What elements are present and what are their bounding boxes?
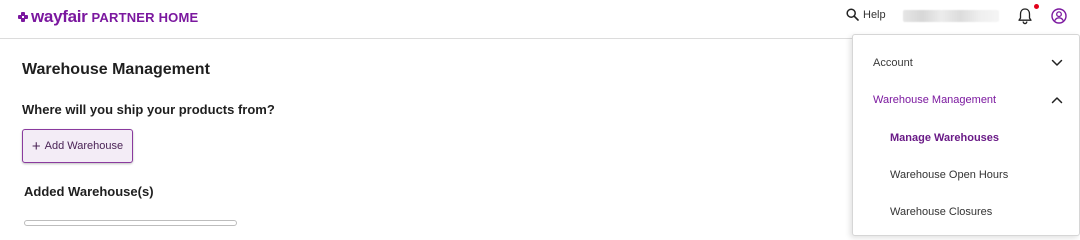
menu-item-account[interactable]: Account (853, 45, 1079, 81)
account-circle-icon[interactable] (1051, 8, 1067, 24)
user-name-redacted[interactable] (903, 10, 999, 22)
menu-item-warehouse-closures[interactable]: Warehouse Closures (853, 194, 1079, 230)
menu-item-label: Warehouse Closures (890, 206, 993, 218)
chevron-up-icon (1051, 97, 1063, 104)
menu-item-warehouse-open-hours[interactable]: Warehouse Open Hours (853, 157, 1079, 193)
brand-subtitle: PARTNER HOME (91, 9, 199, 25)
page-title: Warehouse Management (22, 61, 210, 78)
menu-item-label: Manage Warehouses (890, 132, 1000, 144)
menu-item-warehouse-management[interactable]: Warehouse Management (853, 82, 1079, 118)
ship-from-question: Where will you ship your products from? (22, 102, 275, 117)
menu-item-manage-warehouses[interactable]: Manage Warehouses (853, 120, 1079, 156)
brand-wordmark: wayfair (31, 7, 88, 26)
add-warehouse-button[interactable]: + Add Warehouse (22, 129, 133, 163)
menu-item-label: Account (873, 57, 913, 69)
wayfair-logo-icon (18, 12, 28, 22)
menu-item-label: Warehouse Open Hours (890, 169, 1009, 181)
help-label: Help (863, 8, 886, 21)
search-icon (846, 8, 859, 21)
plus-icon: + (31, 137, 41, 155)
bell-icon[interactable] (1017, 7, 1033, 25)
added-warehouses-heading: Added Warehouse(s) (24, 184, 154, 199)
help-link[interactable]: Help (846, 8, 886, 21)
add-warehouse-label: Add Warehouse (44, 140, 124, 152)
warehouse-card[interactable] (24, 220, 237, 226)
wayfair-partner-home-logo[interactable]: wayfair PARTNER HOME (18, 7, 198, 27)
account-dropdown-menu: Account Warehouse Management Manage Ware… (852, 34, 1080, 236)
chevron-down-icon (1051, 59, 1063, 66)
menu-item-label: Warehouse Management (873, 94, 997, 106)
notification-dot (1034, 4, 1039, 9)
